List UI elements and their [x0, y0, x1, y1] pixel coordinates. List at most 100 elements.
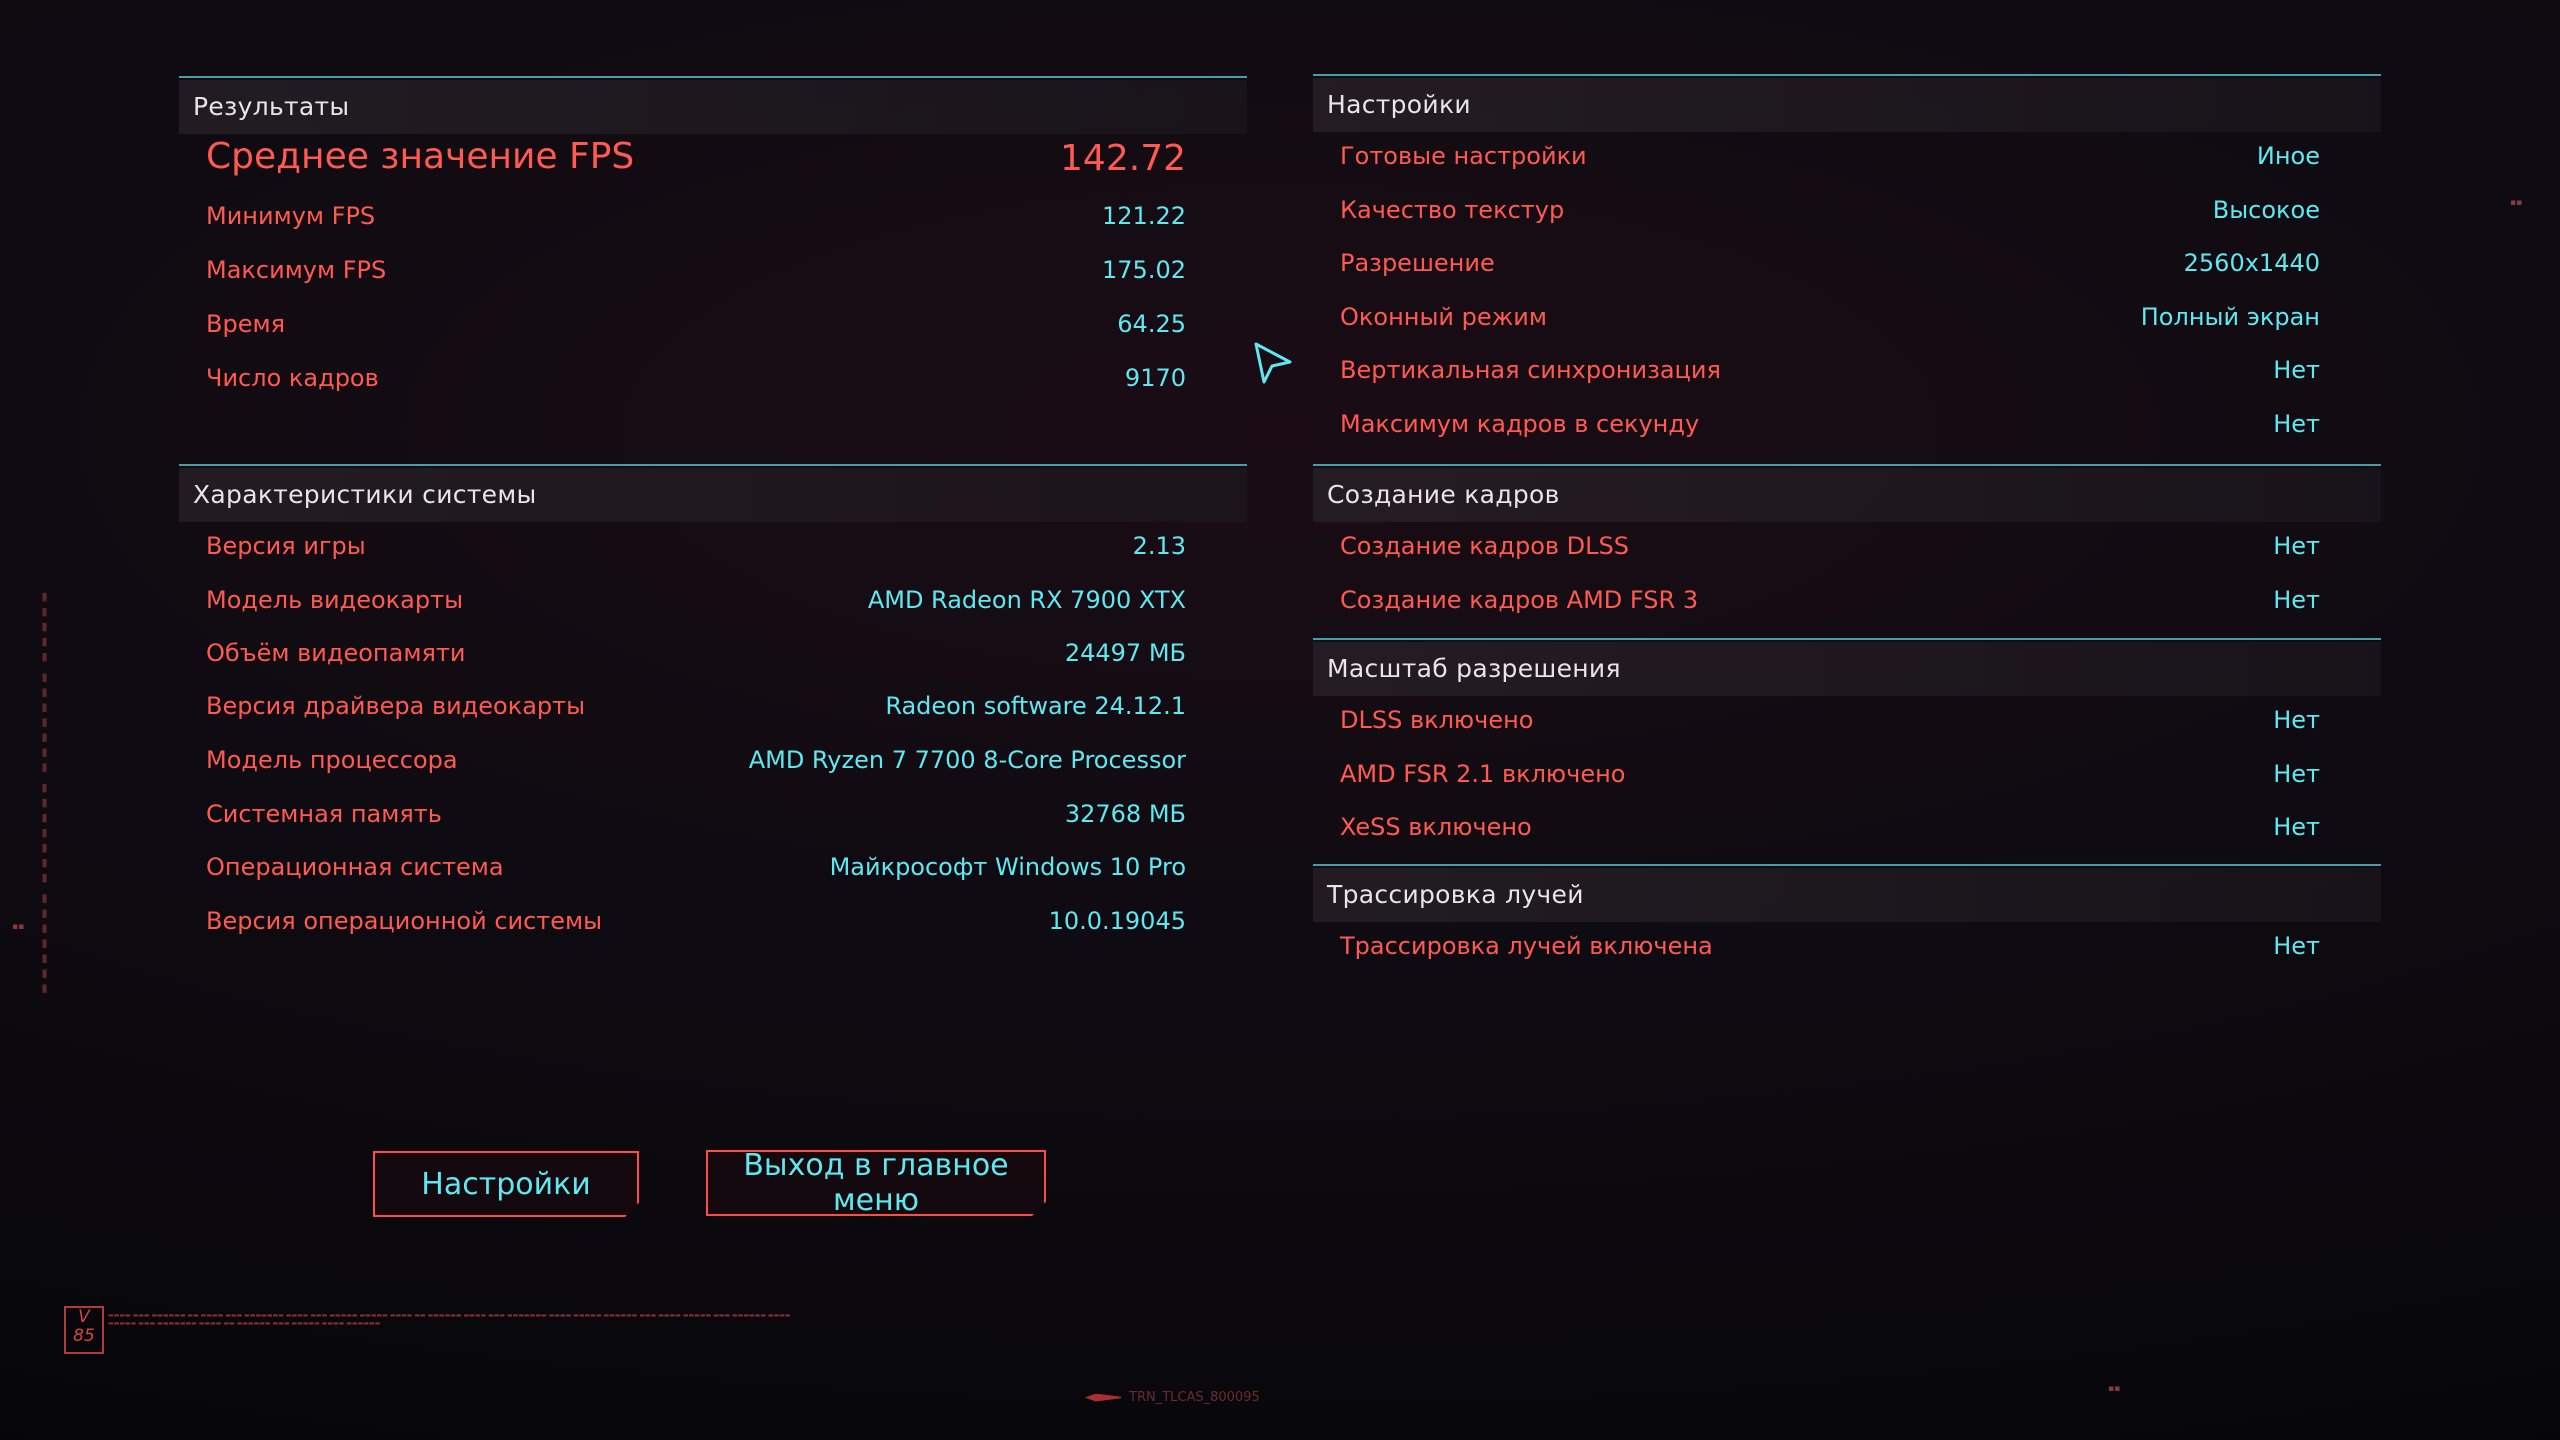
setting-row: Вертикальная синхронизация Нет: [1313, 346, 2381, 396]
framegen-row: Создание кадров DLSS Нет: [1313, 522, 2381, 572]
system-title: Характеристики системы: [193, 480, 537, 509]
system-label: Версия драйвера видеокарты: [206, 692, 586, 720]
scaling-row: XeSS включено Нет: [1313, 803, 2381, 853]
result-row: Минимум FPS 121.22: [179, 192, 1247, 242]
result-label: Максимум FPS: [206, 256, 387, 284]
scaling-value: Нет: [2273, 706, 2320, 734]
results-title: Результаты: [193, 92, 350, 121]
setting-label: Качество текстур: [1340, 196, 1565, 224]
right-panel: Настройки Готовые настройки Иное Качеств…: [1313, 74, 2381, 974]
avg-fps-label: Среднее значение FPS: [206, 136, 635, 177]
framegen-label: Создание кадров AMD FSR 3: [1340, 586, 1699, 614]
footer-tag: TRN_TLCAS_800095: [1085, 1390, 1260, 1405]
system-label: Версия операционной системы: [206, 907, 603, 935]
framegen-section: Создание кадров Создание кадров DLSS Нет…: [1313, 464, 2381, 634]
setting-value: Высокое: [2212, 196, 2320, 224]
scaling-row: DLSS включено Нет: [1313, 696, 2381, 746]
setting-value: Нет: [2273, 356, 2320, 384]
setting-label: Готовые настройки: [1340, 142, 1587, 170]
result-label: Время: [206, 310, 286, 338]
scaling-title: Масштаб разрешения: [1327, 654, 1621, 683]
scaling-row: AMD FSR 2.1 включено Нет: [1313, 750, 2381, 800]
scaling-divider: [1313, 638, 2381, 640]
system-label: Объём видеопамяти: [206, 639, 466, 667]
system-row: Модель видеокарты AMD Radeon RX 7900 XTX: [179, 576, 1247, 626]
left-panel: Результаты Среднее значение FPS 142.72 М…: [179, 76, 1247, 976]
decor-mark: ▪▪: [12, 922, 25, 932]
setting-value: Полный экран: [2140, 303, 2320, 331]
system-value: AMD Radeon RX 7900 XTX: [867, 586, 1186, 614]
system-row: Объём видеопамяти 24497 МБ: [179, 629, 1247, 679]
raytracing-label: Трассировка лучей включена: [1340, 932, 1713, 960]
result-row: Максимум FPS 175.02: [179, 246, 1247, 296]
avg-fps-row: Среднее значение FPS 142.72: [179, 134, 1247, 190]
framegen-title: Создание кадров: [1327, 480, 1560, 509]
setting-value: Нет: [2273, 410, 2320, 438]
setting-label: Максимум кадров в секунду: [1340, 410, 1700, 438]
system-value: 10.0.19045: [1048, 907, 1186, 935]
setting-row: Качество текстур Высокое: [1313, 186, 2381, 236]
result-label: Число кадров: [206, 364, 379, 392]
result-value: 9170: [1124, 364, 1186, 392]
scaling-value: Нет: [2273, 813, 2320, 841]
system-label: Операционная система: [206, 853, 504, 881]
results-divider: [179, 76, 1247, 78]
framegen-header: Создание кадров: [1313, 468, 2381, 522]
avg-fps-value: 142.72: [1060, 138, 1186, 179]
result-value: 64.25: [1117, 310, 1186, 338]
scaling-value: Нет: [2273, 760, 2320, 788]
settings-title: Настройки: [1327, 90, 1471, 119]
decor-mark: ▪▪: [2510, 198, 2523, 208]
result-value: 121.22: [1102, 202, 1186, 230]
system-value: 2.13: [1132, 532, 1186, 560]
raytracing-row: Трассировка лучей включена Нет: [1313, 922, 2381, 972]
exit-main-menu-button[interactable]: Выход в главное меню: [706, 1150, 1046, 1216]
raytracing-divider: [1313, 864, 2381, 866]
framegen-label: Создание кадров DLSS: [1340, 532, 1629, 560]
scaling-label: AMD FSR 2.1 включено: [1340, 760, 1626, 788]
system-value: Майкрософт Windows 10 Pro: [829, 853, 1186, 881]
system-row: Операционная система Майкрософт Windows …: [179, 843, 1247, 893]
system-row: Модель процессора AMD Ryzen 7 7700 8-Cor…: [179, 736, 1247, 786]
side-decor-text: ▮▮▮▮▮ ▮▮▮▮▮▮▮ ▮▮▮▮▮▮▮ ▮▮▮▮▮▮▮: [38, 590, 51, 997]
cursor-arrow-icon: [1254, 342, 1292, 384]
scaling-header: Масштаб разрешения: [1313, 642, 2381, 696]
footer-tag-text: TRN_TLCAS_800095: [1129, 1390, 1260, 1405]
raytracing-title: Трассировка лучей: [1327, 880, 1584, 909]
setting-label: Вертикальная синхронизация: [1340, 356, 1721, 384]
scaling-label: XeSS включено: [1340, 813, 1532, 841]
system-row: Версия игры 2.13: [179, 522, 1247, 572]
result-row: Время 64.25: [179, 300, 1247, 350]
results-section: Результаты Среднее значение FPS 142.72 М…: [179, 76, 1247, 476]
setting-label: Разрешение: [1340, 249, 1495, 277]
raytracing-section: Трассировка лучей Трассировка лучей вклю…: [1313, 864, 2381, 984]
result-row: Число кадров 9170: [179, 354, 1247, 404]
system-label: Модель процессора: [206, 746, 458, 774]
setting-row: Готовые настройки Иное: [1313, 132, 2381, 182]
system-row: Версия операционной системы 10.0.19045: [179, 897, 1247, 947]
setting-value: 2560x1440: [2183, 249, 2320, 277]
setting-row: Оконный режим Полный экран: [1313, 293, 2381, 343]
setting-row: Разрешение 2560x1440: [1313, 239, 2381, 289]
raytracing-value: Нет: [2273, 932, 2320, 960]
settings-header: Настройки: [1313, 78, 2381, 132]
setting-value: Иное: [2256, 142, 2320, 170]
system-row: Версия драйвера видеокарты Radeon softwa…: [179, 682, 1247, 732]
result-label: Минимум FPS: [206, 202, 376, 230]
raytracing-header: Трассировка лучей: [1313, 868, 2381, 922]
legal-fineprint: ▬▬▬▬ ▬▬▬ ▬▬▬▬▬▬ ▬▬ ▬▬▬▬ ▬▬▬ ▬▬▬▬▬▬▬ ▬▬▬▬…: [108, 1312, 791, 1327]
framegen-value: Нет: [2273, 586, 2320, 614]
framegen-divider: [1313, 464, 2381, 466]
system-label: Модель видеокарты: [206, 586, 464, 614]
system-header: Характеристики системы: [179, 468, 1247, 522]
results-header: Результаты: [179, 80, 1247, 134]
system-label: Системная память: [206, 800, 442, 828]
scaling-section: Масштаб разрешения DLSS включено Нет AMD…: [1313, 638, 2381, 864]
result-value: 175.02: [1102, 256, 1186, 284]
settings-button[interactable]: Настройки: [373, 1151, 639, 1217]
system-value: 32768 МБ: [1064, 800, 1186, 828]
system-value: Radeon software 24.12.1: [885, 692, 1186, 720]
settings-section: Настройки Готовые настройки Иное Качеств…: [1313, 74, 2381, 464]
arrow-icon: [1085, 1393, 1121, 1402]
framegen-row: Создание кадров AMD FSR 3 Нет: [1313, 576, 2381, 626]
